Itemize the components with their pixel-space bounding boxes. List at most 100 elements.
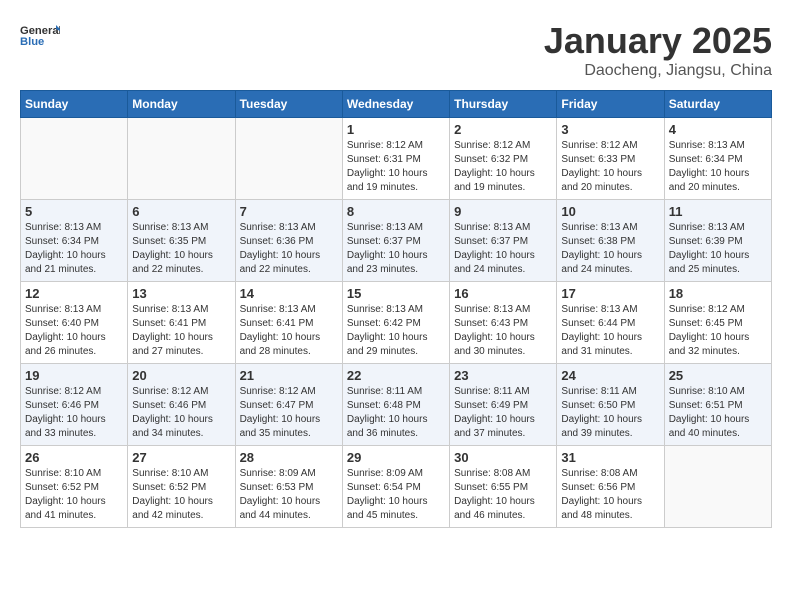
calendar-cell: 13 Sunrise: 8:13 AM Sunset: 6:41 PM Dayli… xyxy=(128,282,235,364)
day-number: 21 xyxy=(240,368,338,383)
calendar-cell: 1 Sunrise: 8:12 AM Sunset: 6:31 PM Daylig… xyxy=(342,118,449,200)
day-info: Sunrise: 8:12 AM Sunset: 6:45 PM Dayligh… xyxy=(669,303,767,359)
calendar-cell: 2 Sunrise: 8:12 AM Sunset: 6:32 PM Daylig… xyxy=(450,118,557,200)
day-info: Sunrise: 8:13 AM Sunset: 6:42 PM Dayligh… xyxy=(347,303,445,359)
calendar-cell: 3Sunrise: 8:12 AM Sunset: 6:33 PM Daylig… xyxy=(557,118,664,200)
day-number: 5 xyxy=(25,204,123,219)
day-number: 4 xyxy=(669,122,767,137)
day-number: 17 xyxy=(561,286,659,301)
calendar-cell: 15 Sunrise: 8:13 AM Sunset: 6:42 PM Dayli… xyxy=(342,282,449,364)
svg-text:Blue: Blue xyxy=(20,36,44,48)
day-number: 6 xyxy=(132,204,230,219)
calendar-cell xyxy=(235,118,342,200)
calendar-cell: 22 Sunrise: 8:11 AM Sunset: 6:48 PM Dayli… xyxy=(342,364,449,446)
day-number: 22 xyxy=(347,368,445,383)
calendar-cell xyxy=(664,446,771,528)
title-block: January 2025 Daocheng, Jiangsu, China xyxy=(544,20,772,80)
page-header: General Blue January 2025 Daocheng, Jian… xyxy=(20,20,772,80)
day-info: Sunrise: 8:11 AM Sunset: 6:48 PM Dayligh… xyxy=(347,385,445,441)
weekday-header-tuesday: Tuesday xyxy=(235,91,342,118)
calendar-cell: 20Sunrise: 8:12 AM Sunset: 6:46 PM Dayli… xyxy=(128,364,235,446)
calendar-week-1: 1 Sunrise: 8:12 AM Sunset: 6:31 PM Daylig… xyxy=(21,118,772,200)
day-number: 29 xyxy=(347,450,445,465)
weekday-header-wednesday: Wednesday xyxy=(342,91,449,118)
day-info: Sunrise: 8:09 AM Sunset: 6:53 PM Dayligh… xyxy=(240,467,338,523)
day-info: Sunrise: 8:08 AM Sunset: 6:55 PM Dayligh… xyxy=(454,467,552,523)
calendar-cell: 14 Sunrise: 8:13 AM Sunset: 6:41 PM Dayli… xyxy=(235,282,342,364)
day-number: 27 xyxy=(132,450,230,465)
calendar-body: 1 Sunrise: 8:12 AM Sunset: 6:31 PM Daylig… xyxy=(21,118,772,528)
day-number: 1 xyxy=(347,122,445,137)
day-info: Sunrise: 8:13 AM Sunset: 6:34 PM Dayligh… xyxy=(669,139,767,195)
day-number: 30 xyxy=(454,450,552,465)
calendar-cell: 12 Sunrise: 8:13 AM Sunset: 6:40 PM Dayli… xyxy=(21,282,128,364)
day-number: 24 xyxy=(561,368,659,383)
day-info: Sunrise: 8:13 AM Sunset: 6:43 PM Dayligh… xyxy=(454,303,552,359)
day-info: Sunrise: 8:12 AM Sunset: 6:46 PM Dayligh… xyxy=(132,385,230,441)
day-info: Sunrise: 8:10 AM Sunset: 6:52 PM Dayligh… xyxy=(25,467,123,523)
day-info: Sunrise: 8:13 AM Sunset: 6:36 PM Dayligh… xyxy=(240,221,338,277)
month-title: January 2025 xyxy=(544,20,772,62)
day-number: 13 xyxy=(132,286,230,301)
day-info: Sunrise: 8:11 AM Sunset: 6:49 PM Dayligh… xyxy=(454,385,552,441)
calendar-cell: 18Sunrise: 8:12 AM Sunset: 6:45 PM Dayli… xyxy=(664,282,771,364)
calendar-week-5: 26 Sunrise: 8:10 AM Sunset: 6:52 PM Dayli… xyxy=(21,446,772,528)
day-number: 16 xyxy=(454,286,552,301)
generalblue-icon: General Blue xyxy=(20,20,60,50)
day-info: Sunrise: 8:12 AM Sunset: 6:32 PM Dayligh… xyxy=(454,139,552,195)
weekday-header-saturday: Saturday xyxy=(664,91,771,118)
day-info: Sunrise: 8:13 AM Sunset: 6:39 PM Dayligh… xyxy=(669,221,767,277)
day-number: 9 xyxy=(454,204,552,219)
day-number: 12 xyxy=(25,286,123,301)
weekday-header-sunday: Sunday xyxy=(21,91,128,118)
day-number: 2 xyxy=(454,122,552,137)
calendar-cell: 4 Sunrise: 8:13 AM Sunset: 6:34 PM Daylig… xyxy=(664,118,771,200)
day-number: 3 xyxy=(561,122,659,137)
calendar-cell: 26 Sunrise: 8:10 AM Sunset: 6:52 PM Dayli… xyxy=(21,446,128,528)
calendar-cell: 31Sunrise: 8:08 AM Sunset: 6:56 PM Dayli… xyxy=(557,446,664,528)
day-number: 14 xyxy=(240,286,338,301)
day-info: Sunrise: 8:13 AM Sunset: 6:41 PM Dayligh… xyxy=(132,303,230,359)
calendar-cell: 27Sunrise: 8:10 AM Sunset: 6:52 PM Dayli… xyxy=(128,446,235,528)
location: Daocheng, Jiangsu, China xyxy=(544,62,772,80)
day-info: Sunrise: 8:13 AM Sunset: 6:40 PM Dayligh… xyxy=(25,303,123,359)
day-number: 26 xyxy=(25,450,123,465)
day-info: Sunrise: 8:09 AM Sunset: 6:54 PM Dayligh… xyxy=(347,467,445,523)
day-info: Sunrise: 8:11 AM Sunset: 6:50 PM Dayligh… xyxy=(561,385,659,441)
day-info: Sunrise: 8:12 AM Sunset: 6:47 PM Dayligh… xyxy=(240,385,338,441)
calendar-cell: 11 Sunrise: 8:13 AM Sunset: 6:39 PM Dayli… xyxy=(664,200,771,282)
day-info: Sunrise: 8:13 AM Sunset: 6:37 PM Dayligh… xyxy=(454,221,552,277)
day-number: 28 xyxy=(240,450,338,465)
weekday-header-thursday: Thursday xyxy=(450,91,557,118)
day-info: Sunrise: 8:13 AM Sunset: 6:38 PM Dayligh… xyxy=(561,221,659,277)
calendar-cell: 25Sunrise: 8:10 AM Sunset: 6:51 PM Dayli… xyxy=(664,364,771,446)
day-number: 8 xyxy=(347,204,445,219)
calendar-week-4: 19 Sunrise: 8:12 AM Sunset: 6:46 PM Dayli… xyxy=(21,364,772,446)
calendar-week-3: 12 Sunrise: 8:13 AM Sunset: 6:40 PM Dayli… xyxy=(21,282,772,364)
weekday-header-monday: Monday xyxy=(128,91,235,118)
calendar-cell: 30 Sunrise: 8:08 AM Sunset: 6:55 PM Dayli… xyxy=(450,446,557,528)
day-number: 11 xyxy=(669,204,767,219)
calendar-cell: 7Sunrise: 8:13 AM Sunset: 6:36 PM Daylig… xyxy=(235,200,342,282)
calendar-cell: 21 Sunrise: 8:12 AM Sunset: 6:47 PM Dayli… xyxy=(235,364,342,446)
calendar-table: SundayMondayTuesdayWednesdayThursdayFrid… xyxy=(20,90,772,528)
day-info: Sunrise: 8:13 AM Sunset: 6:35 PM Dayligh… xyxy=(132,221,230,277)
calendar-cell: 23 Sunrise: 8:11 AM Sunset: 6:49 PM Dayli… xyxy=(450,364,557,446)
day-number: 19 xyxy=(25,368,123,383)
calendar-cell: 17 Sunrise: 8:13 AM Sunset: 6:44 PM Dayli… xyxy=(557,282,664,364)
calendar-week-2: 5 Sunrise: 8:13 AM Sunset: 6:34 PM Daylig… xyxy=(21,200,772,282)
day-number: 10 xyxy=(561,204,659,219)
day-info: Sunrise: 8:13 AM Sunset: 6:44 PM Dayligh… xyxy=(561,303,659,359)
svg-text:General: General xyxy=(20,25,60,37)
day-number: 23 xyxy=(454,368,552,383)
calendar-header-row: SundayMondayTuesdayWednesdayThursdayFrid… xyxy=(21,91,772,118)
day-info: Sunrise: 8:10 AM Sunset: 6:51 PM Dayligh… xyxy=(669,385,767,441)
day-info: Sunrise: 8:12 AM Sunset: 6:46 PM Dayligh… xyxy=(25,385,123,441)
day-number: 15 xyxy=(347,286,445,301)
calendar-cell: 28 Sunrise: 8:09 AM Sunset: 6:53 PM Dayli… xyxy=(235,446,342,528)
day-info: Sunrise: 8:13 AM Sunset: 6:37 PM Dayligh… xyxy=(347,221,445,277)
calendar-cell: 16 Sunrise: 8:13 AM Sunset: 6:43 PM Dayli… xyxy=(450,282,557,364)
day-info: Sunrise: 8:12 AM Sunset: 6:31 PM Dayligh… xyxy=(347,139,445,195)
day-info: Sunrise: 8:13 AM Sunset: 6:34 PM Dayligh… xyxy=(25,221,123,277)
day-info: Sunrise: 8:13 AM Sunset: 6:41 PM Dayligh… xyxy=(240,303,338,359)
